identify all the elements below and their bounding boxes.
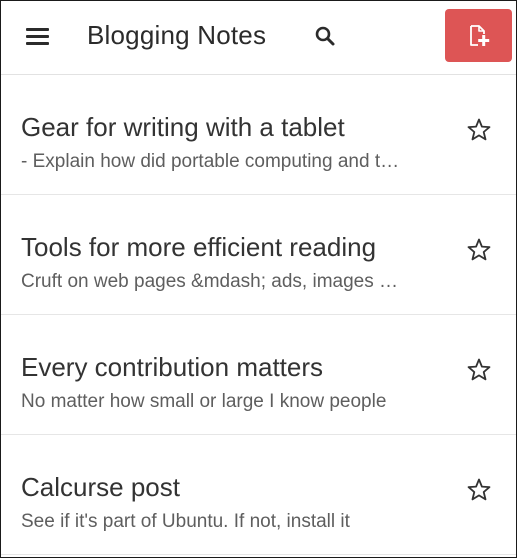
app-header: Blogging Notes: [1, 1, 516, 75]
note-snippet: No matter how small or large I know peop…: [21, 391, 387, 412]
hamburger-menu-icon[interactable]: [26, 26, 50, 46]
note-list: Gear for writing with a tablet - Explain…: [1, 75, 516, 555]
note-snippet: See if it's part of Ubuntu. If not, inst…: [21, 511, 350, 532]
note-list-item[interactable]: Gear for writing with a tablet - Explain…: [1, 75, 516, 195]
page-title: Blogging Notes: [87, 20, 267, 50]
new-document-icon: [470, 25, 490, 46]
note-snippet: Cruft on web pages &mdash; ads, images a…: [21, 271, 406, 292]
note-title: Every contribution matters: [21, 352, 324, 382]
star-icon[interactable]: [466, 477, 492, 503]
app-window: Blogging Notes Gear for writing with a t…: [0, 0, 517, 558]
note-snippet: - Explain how did portable computing and…: [21, 151, 406, 172]
star-icon[interactable]: [466, 237, 492, 263]
note-list-item[interactable]: Calcurse post See if it's part of Ubuntu…: [1, 435, 516, 555]
note-list-item[interactable]: Tools for more efficient reading Cruft o…: [1, 195, 516, 315]
search-icon[interactable]: [314, 25, 338, 49]
note-title: Gear for writing with a tablet: [21, 112, 345, 142]
note-title: Calcurse post: [21, 472, 180, 502]
new-note-button[interactable]: [445, 9, 512, 62]
star-icon[interactable]: [466, 357, 492, 383]
note-title: Tools for more efficient reading: [21, 232, 377, 262]
star-icon[interactable]: [466, 117, 492, 143]
note-list-item[interactable]: Every contribution matters No matter how…: [1, 315, 516, 435]
